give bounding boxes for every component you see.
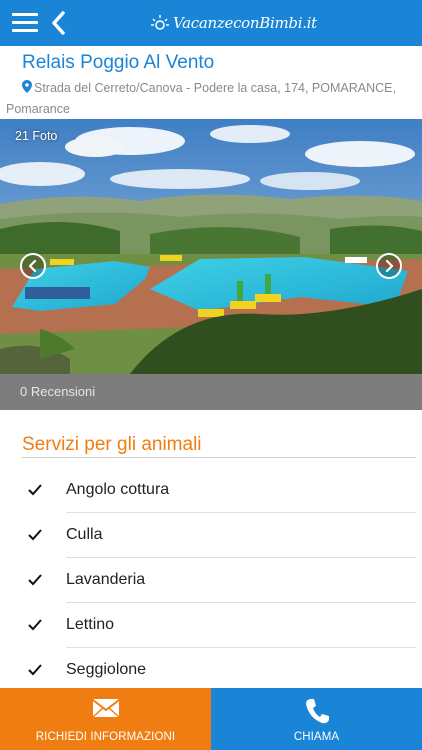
address-text: Strada del Cerreto/Canova - Podere la ca…	[6, 81, 396, 116]
phone-icon	[305, 699, 329, 724]
section-divider	[22, 457, 416, 458]
service-label: Angolo cottura	[66, 481, 170, 498]
service-item: Seggiolone	[0, 648, 422, 693]
service-item: Lavanderia	[0, 558, 422, 603]
service-item: Angolo cottura	[0, 468, 422, 513]
checkmark-icon	[28, 664, 42, 676]
property-address: Strada del Cerreto/Canova - Podere la ca…	[6, 78, 416, 120]
arrow-left-circle-icon	[28, 260, 37, 272]
photo-gallery[interactable]: 21 Foto	[0, 119, 422, 374]
checkmark-icon	[28, 574, 42, 586]
services-section-title: Servizi per gli animali	[22, 434, 202, 455]
service-label: Seggiolone	[66, 661, 147, 678]
map-pin-icon	[22, 80, 32, 93]
hamburger-icon-bar	[12, 29, 38, 32]
logo-text: VacanzeconBimbi.it	[173, 14, 317, 32]
arrow-right-circle-icon	[385, 260, 394, 272]
hamburger-icon	[12, 13, 38, 16]
sun-logo-icon	[151, 15, 169, 30]
service-label: Culla	[66, 526, 103, 543]
envelope-icon	[91, 699, 120, 718]
app-header: VacanzeconBimbi.it	[0, 0, 422, 46]
request-info-button[interactable]: RICHIEDI INFORMAZIONI	[0, 688, 211, 750]
photo-count: 21 Foto	[15, 129, 58, 143]
service-item: Lettino	[0, 603, 422, 648]
hamburger-menu-button[interactable]	[12, 13, 38, 33]
chevron-left-icon	[52, 11, 65, 35]
property-title: Relais Poggio Al Vento	[22, 52, 215, 73]
call-button[interactable]: CHIAMA	[211, 688, 422, 750]
reviews-bar[interactable]: 0 Recensioni	[0, 374, 422, 410]
back-button[interactable]	[50, 10, 68, 36]
checkmark-icon	[28, 529, 42, 541]
checkmark-icon	[28, 619, 42, 631]
service-item: Culla	[0, 513, 422, 558]
service-label: Lavanderia	[66, 571, 146, 588]
reviews-count: 0 Recensioni	[20, 384, 96, 399]
request-info-label: RICHIEDI INFORMAZIONI	[35, 731, 176, 743]
gallery-prev-button[interactable]	[20, 253, 46, 279]
app-logo: VacanzeconBimbi.it	[150, 11, 317, 35]
call-label: CHIAMA	[293, 731, 340, 743]
gallery-next-button[interactable]	[376, 253, 402, 279]
hamburger-icon-bar	[12, 21, 38, 24]
services-list: Angolo cottura Culla Lavanderia Lettino …	[0, 468, 422, 693]
service-label: Lettino	[66, 616, 115, 633]
bottom-action-bar: RICHIEDI INFORMAZIONI CHIAMA	[0, 688, 422, 750]
checkmark-icon	[28, 484, 42, 496]
property-photo	[0, 119, 422, 374]
